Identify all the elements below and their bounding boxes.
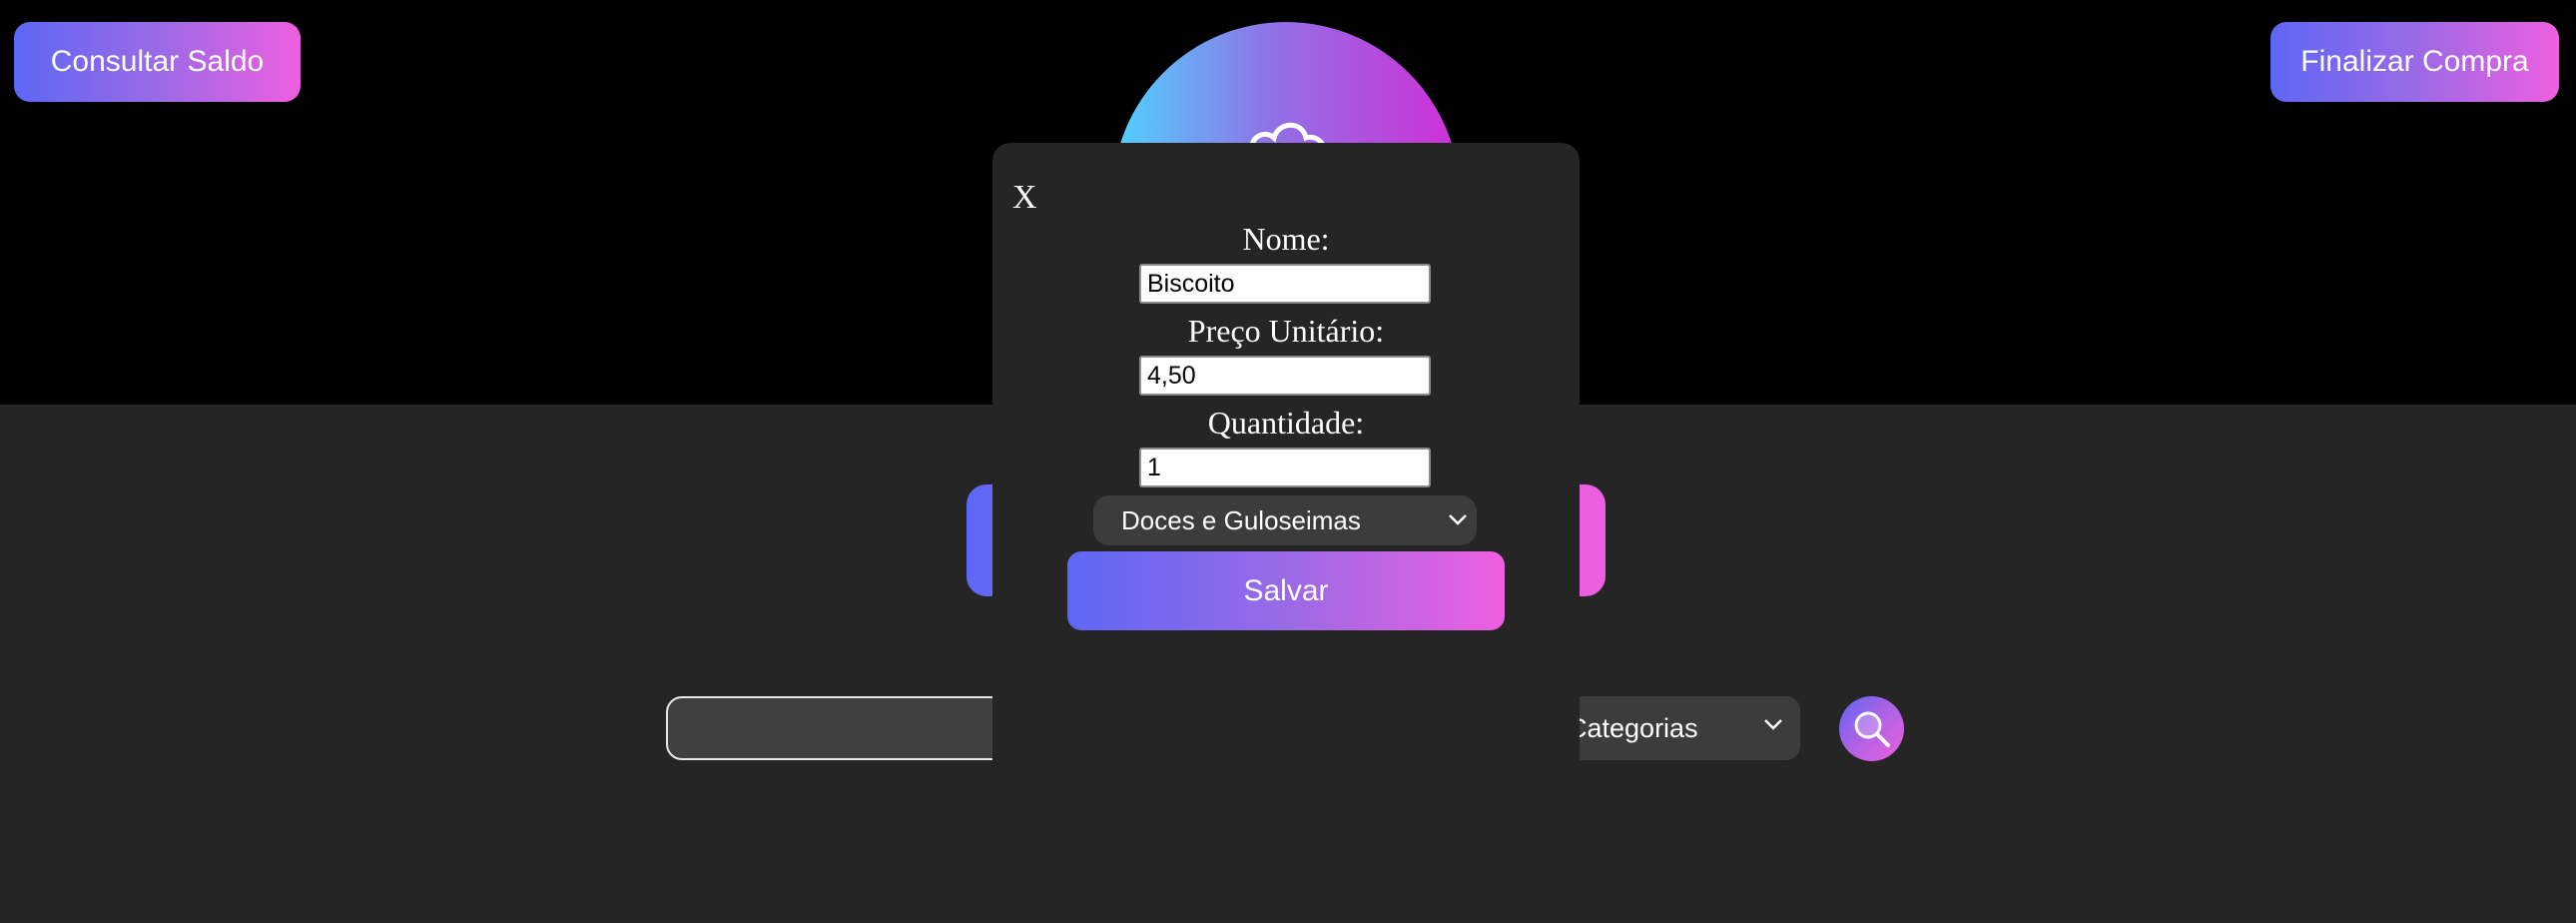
magnifier-icon <box>1854 711 1890 747</box>
search-button[interactable] <box>1839 696 1904 761</box>
category-select-value: Doces e Guloseimas <box>1121 504 1361 535</box>
product-modal: X Nome: Preço Unitário: Quantidade: Doce… <box>992 143 1580 782</box>
chevron-down-icon <box>1764 719 1782 730</box>
price-label: Preço Unitário: <box>1187 313 1385 349</box>
close-icon[interactable]: X <box>1012 181 1037 215</box>
chevron-down-icon <box>1449 514 1467 525</box>
quantity-label: Quantidade: <box>1207 405 1365 441</box>
name-label: Nome: <box>1242 221 1330 257</box>
page: Consultar Saldo Finalizar Compra Categor… <box>0 0 2576 923</box>
name-field[interactable] <box>1139 264 1431 304</box>
price-field[interactable] <box>1139 356 1431 396</box>
category-filter-value: Categorias <box>1568 712 1698 743</box>
finalizar-compra-button[interactable]: Finalizar Compra <box>2270 22 2559 102</box>
consultar-saldo-button[interactable]: Consultar Saldo <box>14 22 301 102</box>
category-select[interactable]: Doces e Guloseimas <box>1093 495 1477 545</box>
save-button[interactable]: Salvar <box>1067 551 1505 630</box>
quantity-field[interactable] <box>1139 448 1431 487</box>
